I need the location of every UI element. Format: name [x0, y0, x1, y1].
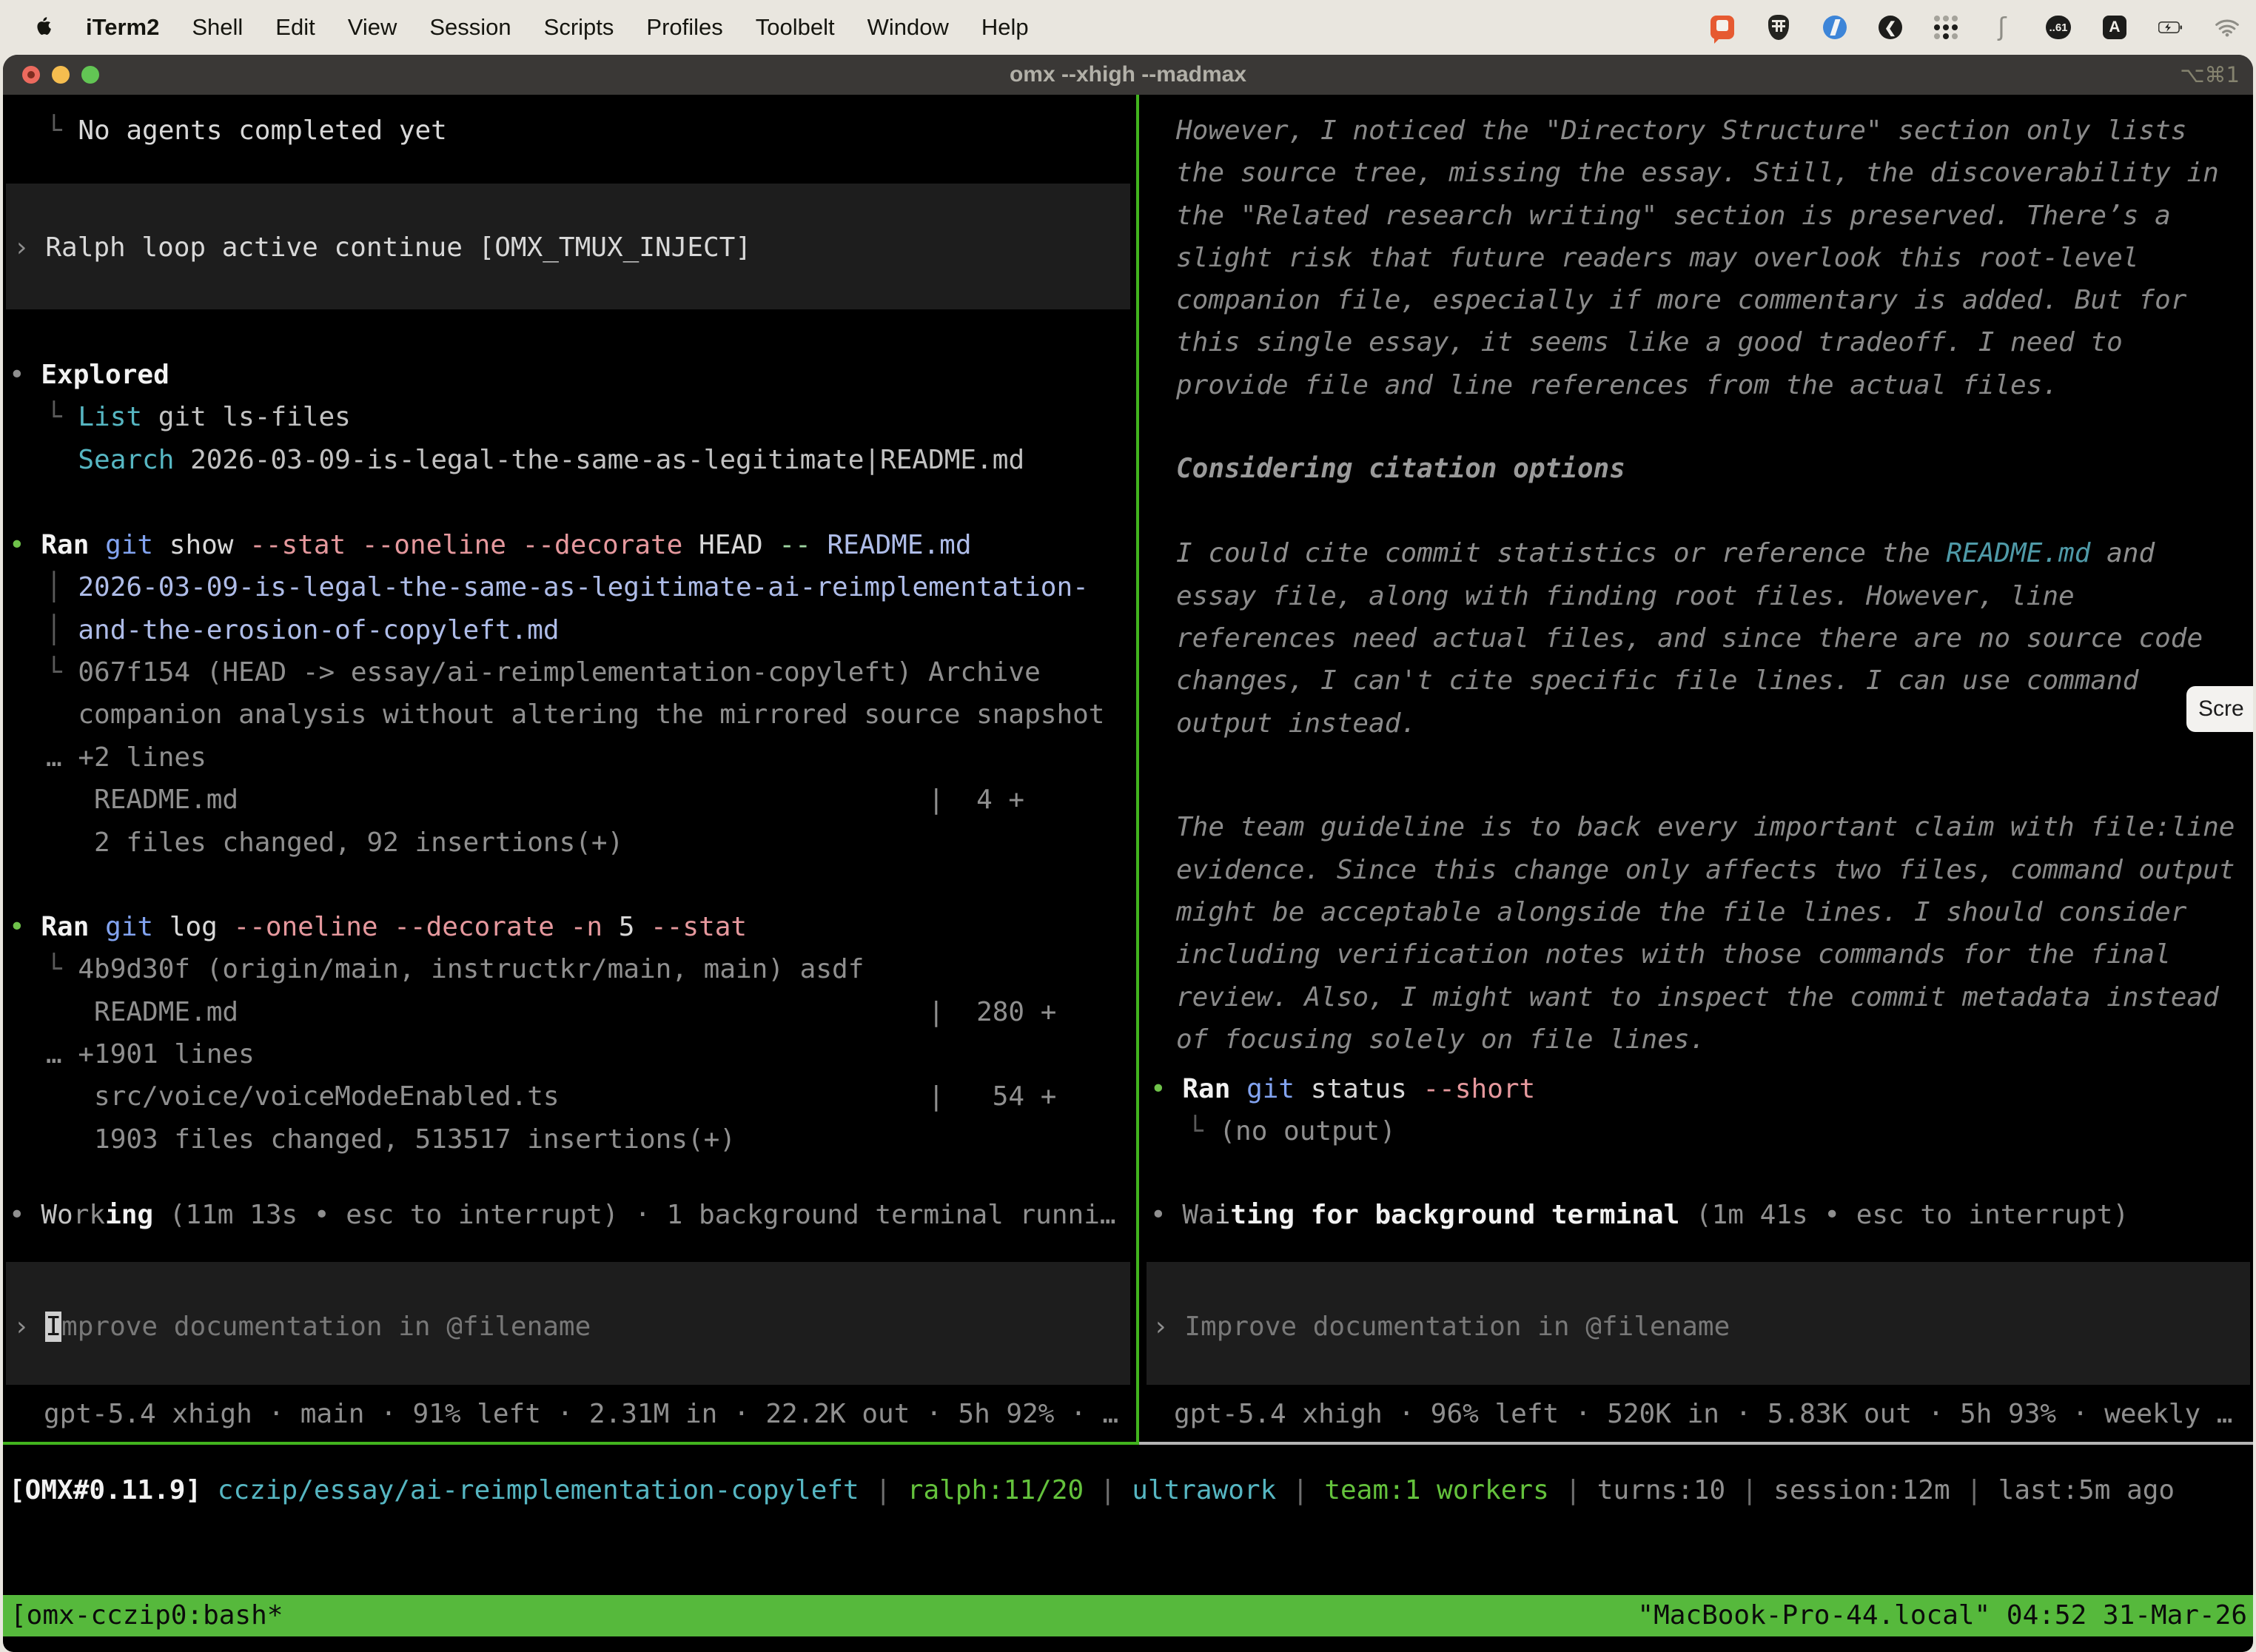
menu-item-toolbelt[interactable]: Toolbelt: [756, 14, 835, 41]
menu-status-icons: ❮ ʃ ..61 A: [1710, 15, 2240, 40]
battery-icon[interactable]: [2158, 15, 2183, 40]
right-para3-line: of focusing solely on file lines.: [1176, 1018, 1705, 1061]
tmux-host-clock: "MacBook-Pro-44.local" 04:52 31-Mar-26: [1637, 1595, 2247, 1636]
menu-item-session[interactable]: Session: [429, 14, 511, 41]
left-log-stat-voice: src/voice/voiceModeEnabled.ts | 54 +: [46, 1075, 1056, 1118]
menu-item-window[interactable]: Window: [867, 14, 949, 41]
left-show-files-changed: 2 files changed, 92 insertions(+): [46, 822, 623, 864]
right-para1-line: the source tree, missing the essay. Stil…: [1176, 152, 2219, 194]
input-a-icon[interactable]: A: [2102, 15, 2127, 40]
right-para2-line: output instead.: [1176, 702, 1417, 745]
left-prompt-input[interactable]: › Improve documentation in @filename: [13, 1306, 591, 1348]
screen-share-overlay-button[interactable]: Scre: [2186, 686, 2253, 732]
shield-grid-icon[interactable]: [1766, 15, 1791, 40]
minimize-button[interactable]: [52, 66, 70, 84]
left-explored-search-line: Search 2026-03-09-is-legal-the-same-as-l…: [46, 439, 1024, 481]
wifi-icon[interactable]: [2215, 15, 2240, 40]
close-button[interactable]: [22, 66, 40, 84]
squiggle-icon[interactable]: ʃ: [1990, 15, 2015, 40]
pane-divider-vertical[interactable]: [1136, 95, 1139, 1444]
right-para1-line: provide file and line references from th…: [1176, 364, 2058, 406]
left-show-stat-readme: README.md | 4 +: [46, 779, 1024, 821]
right-para2-line: references need actual files, and since …: [1176, 617, 2203, 659]
menu-item-view[interactable]: View: [348, 14, 397, 41]
right-para1-line: companion file, especially if more comme…: [1176, 279, 2186, 321]
right-session-statusline: gpt-5.4 xhigh · 96% left · 520K in · 5.8…: [1174, 1393, 2232, 1435]
left-explored-header: • Explored: [9, 354, 169, 396]
left-log-files-changed: 1903 files changed, 513517 insertions(+): [46, 1118, 736, 1161]
right-thinking-heading: Considering citation options: [1176, 448, 1625, 490]
blue-badge-icon[interactable]: [1822, 15, 1847, 40]
right-para1-line: the "Related research writing" section i…: [1176, 195, 2171, 237]
left-session-statusline: gpt-5.4 xhigh · main · 91% left · 2.31M …: [44, 1393, 1118, 1435]
left-log-more-lines: … +1901 lines: [46, 1033, 255, 1075]
menu-item-edit[interactable]: Edit: [275, 14, 315, 41]
window-title: omx --xhigh --madmax: [3, 55, 2253, 95]
left-show-arg-wrap1: │ 2026-03-09-is-legal-the-same-as-legiti…: [46, 566, 1089, 608]
right-para2-line: changes, I can't cite specific file line…: [1176, 659, 2138, 702]
left-show-commit-line2: companion analysis without altering the …: [46, 694, 1104, 736]
right-para1-line: this single essay, it seems like a good …: [1176, 321, 2123, 363]
right-para3-line: The team guideline is to back every impo…: [1176, 806, 2235, 848]
left-ran-git-log: • Ran git log --oneline --decorate -n 5 …: [9, 906, 747, 948]
right-para3-line: including verification notes with those …: [1176, 933, 2171, 976]
left-working-status: • Working (11m 13s • esc to interrupt) ·…: [9, 1194, 1116, 1236]
tmux-session-label[interactable]: [omx-cczip0:bash*: [10, 1595, 283, 1636]
left-show-commit-line: └ 067f154 (HEAD -> essay/ai-reimplementa…: [46, 651, 1041, 694]
right-para2-line: I could cite commit statistics or refere…: [1176, 532, 2155, 574]
left-show-more-lines: … +2 lines: [46, 736, 207, 779]
right-no-output-line: └ (no output): [1187, 1110, 1396, 1152]
right-para3-line: review. Also, I might want to inspect th…: [1176, 976, 2219, 1018]
left-no-agents-line: └ No agents completed yet: [46, 110, 447, 152]
menu-item-scripts[interactable]: Scripts: [544, 14, 614, 41]
right-prompt-input[interactable]: › Improve documentation in @filename: [1152, 1306, 1730, 1348]
right-para1-line: slight risk that future readers may over…: [1176, 237, 2138, 279]
left-ralph-banner-text: › Ralph loop active continue [OMX_TMUX_I…: [13, 226, 751, 269]
right-para3-line: evidence. Since this change only affects…: [1176, 849, 2235, 891]
pane-border-bottom-right: [1139, 1442, 2253, 1445]
percent-circle-icon[interactable]: ..61: [2046, 15, 2071, 40]
menu-bar: iTerm2 Shell Edit View Session Scripts P…: [0, 0, 2256, 55]
right-para1-line: However, I noticed the "Directory Struct…: [1176, 110, 2186, 152]
right-ran-git-status: • Ran git status --short: [1150, 1068, 1535, 1110]
tmux-status-bar: [omx-cczip0:bash* "MacBook-Pro-44.local"…: [3, 1595, 2253, 1636]
apple-menu-icon[interactable]: [34, 14, 56, 41]
chat-icon[interactable]: [1710, 15, 1735, 40]
right-para2-line: essay file, along with finding root file…: [1176, 575, 2075, 617]
k-circle-icon[interactable]: ❮: [1879, 16, 1902, 39]
iterm-window: omx --xhigh --madmax ⌥⌘1 └ No agents com…: [3, 55, 2253, 1652]
zoom-button[interactable]: [81, 66, 99, 84]
menu-item-profiles[interactable]: Profiles: [646, 14, 722, 41]
left-log-commit-line: └ 4b9d30f (origin/main, instructkr/main,…: [46, 948, 864, 990]
left-log-stat-readme: README.md | 280 +: [46, 991, 1056, 1033]
menu-item-shell[interactable]: Shell: [192, 14, 243, 41]
menu-item-help[interactable]: Help: [981, 14, 1029, 41]
window-title-bar[interactable]: omx --xhigh --madmax ⌥⌘1: [3, 55, 2253, 95]
menu-item-app[interactable]: iTerm2: [86, 14, 159, 41]
right-waiting-status: • Waiting for background terminal (1m 41…: [1150, 1194, 2129, 1236]
right-para3-line: might be acceptable alongside the file l…: [1176, 891, 2186, 933]
left-ran-git-show: • Ran git show --stat --oneline --decora…: [9, 524, 972, 566]
left-explored-list-line: └ List git ls-files: [46, 396, 351, 438]
dots-grid-icon[interactable]: [1933, 15, 1958, 40]
pane-border-bottom-left: [3, 1442, 1139, 1445]
left-show-arg-wrap2: │ and-the-erosion-of-copyleft.md: [46, 609, 560, 651]
window-shortcut-badge: ⌥⌘1: [2180, 55, 2240, 95]
omx-status-line: [OMX#0.11.9] cczip/essay/ai-reimplementa…: [9, 1469, 2175, 1511]
